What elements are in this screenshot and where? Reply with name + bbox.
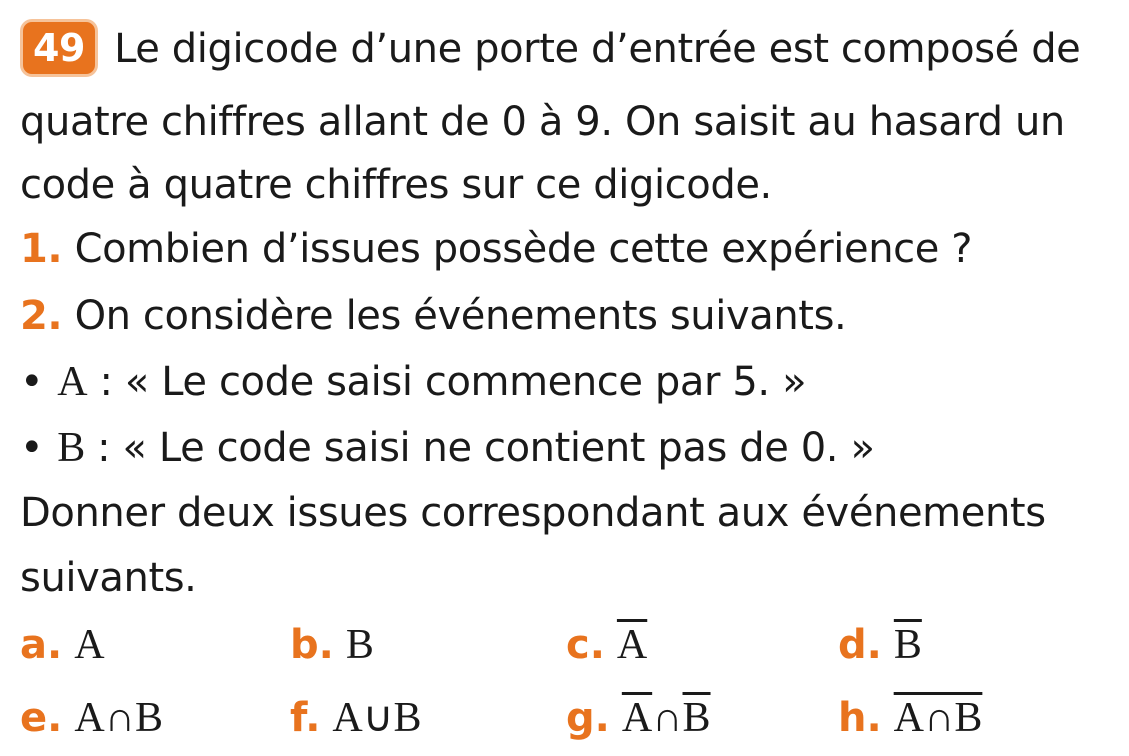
option-a: a. A [20,620,105,670]
bullet-icon: • [20,359,44,405]
option-b-expr: B [345,622,374,668]
event-b-name: B [57,425,85,471]
option-g-label: g. [566,695,610,741]
option-c: c. A [566,620,647,670]
statement-line-3: code à quatre chiffres sur ce digicode. [20,162,772,208]
option-b: b. B [290,620,374,670]
event-b: • B : « Le code saisi ne contient pas de … [20,423,875,473]
question-1-text: Combien d’issues possède cette expérienc… [74,226,973,272]
question-2-text: On considère les événements suivants. [74,293,847,339]
option-d: d. B [838,620,922,670]
instruction-line-2: suivants. [20,555,197,601]
event-a-name: A [57,359,88,405]
bullet-icon: • [20,425,44,471]
option-e-label: e. [20,695,63,741]
question-2-number: 2. [20,293,63,339]
option-a-label: a. [20,622,63,668]
option-h-expr: A∩B [893,695,983,741]
option-c-expr: A [616,622,648,668]
option-e: e. A∩B [20,693,163,743]
statement-line-1: 49 Le digicode d’une porte d’entrée est c… [20,19,1081,80]
option-e-expr: A∩B [74,695,164,741]
option-h: h. A∩B [838,693,982,743]
exercise-page: 49 Le digicode d’une porte d’entrée est c… [0,0,1129,756]
question-2: 2. On considère les événements suivants. [20,291,847,341]
option-g-right: B [682,695,711,741]
statement-line-2: quatre chiffres allant de 0 à 9. On sais… [20,99,1065,145]
event-b-text: : « Le code saisi ne contient pas de 0. … [84,425,875,471]
statement-text-1: Le digicode d’une porte d’entrée est com… [114,26,1081,72]
option-c-label: c. [566,622,605,668]
instruction-line-1: Donner deux issues correspondant aux évé… [20,490,1046,536]
option-f: f. A∪B [290,693,422,743]
option-g-op: ∩ [652,695,683,741]
question-1-number: 1. [20,226,63,272]
option-f-expr: A∪B [332,695,422,741]
option-d-expr: B [893,622,922,668]
option-f-label: f. [290,695,321,741]
option-h-label: h. [838,695,882,741]
option-g-left: A [621,695,653,741]
option-b-label: b. [290,622,334,668]
question-1: 1. Combien d’issues possède cette expéri… [20,224,973,274]
option-a-expr: A [74,622,105,668]
event-a-text: : « Le code saisi commence par 5. » [87,359,807,405]
option-d-label: d. [838,622,882,668]
option-g: g. A∩B [566,693,711,743]
exercise-number-badge: 49 [20,19,99,77]
event-a: • A : « Le code saisi commence par 5. » [20,357,807,407]
